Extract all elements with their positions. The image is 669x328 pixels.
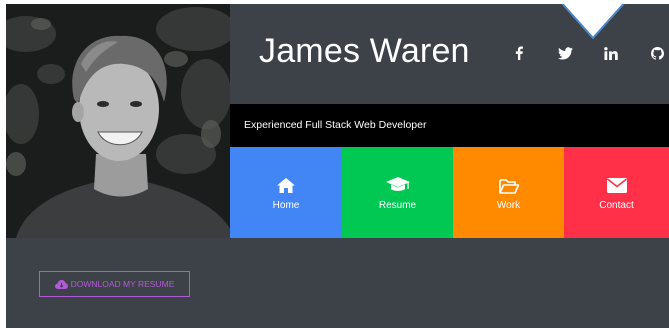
graduation-cap-icon [385,177,410,191]
profile-name: James Waren [259,32,470,70]
folder-open-icon [498,178,519,194]
nav-work-label: Work [496,199,521,211]
social-links [496,44,669,62]
download-resume-button[interactable]: DOWNLOAD MY RESUME [39,271,190,297]
tagline-text: Experienced Full Stack Web Developer [244,119,427,131]
facebook-icon [515,46,523,60]
nav-resume-label: Resume [378,199,417,211]
page-frame: James Waren Experienced Full Stack Web D… [6,4,669,328]
github-icon [650,46,664,60]
nav-home[interactable]: Home [230,147,342,238]
nav-work[interactable]: Work [453,147,564,238]
nav-home-label: Home [272,199,300,211]
github-link[interactable] [634,44,669,62]
header: James Waren [230,4,669,104]
twitter-link[interactable] [542,44,588,62]
cloud-download-icon [54,279,68,289]
twitter-icon [557,46,573,59]
facebook-link[interactable] [496,44,542,62]
nav-contact[interactable]: Contact [564,147,669,238]
linkedin-icon [604,46,618,60]
download-resume-label: DOWNLOAD MY RESUME [70,279,175,289]
linkedin-link[interactable] [588,44,634,62]
nav-resume[interactable]: Resume [342,147,453,238]
envelope-icon [606,178,627,193]
tagline-bar: Experienced Full Stack Web Developer [230,104,669,147]
nav-contact-label: Contact [599,199,634,211]
profile-photo [6,4,230,238]
home-icon [277,178,295,193]
main-nav: Home Resume Work Contact [230,147,669,238]
